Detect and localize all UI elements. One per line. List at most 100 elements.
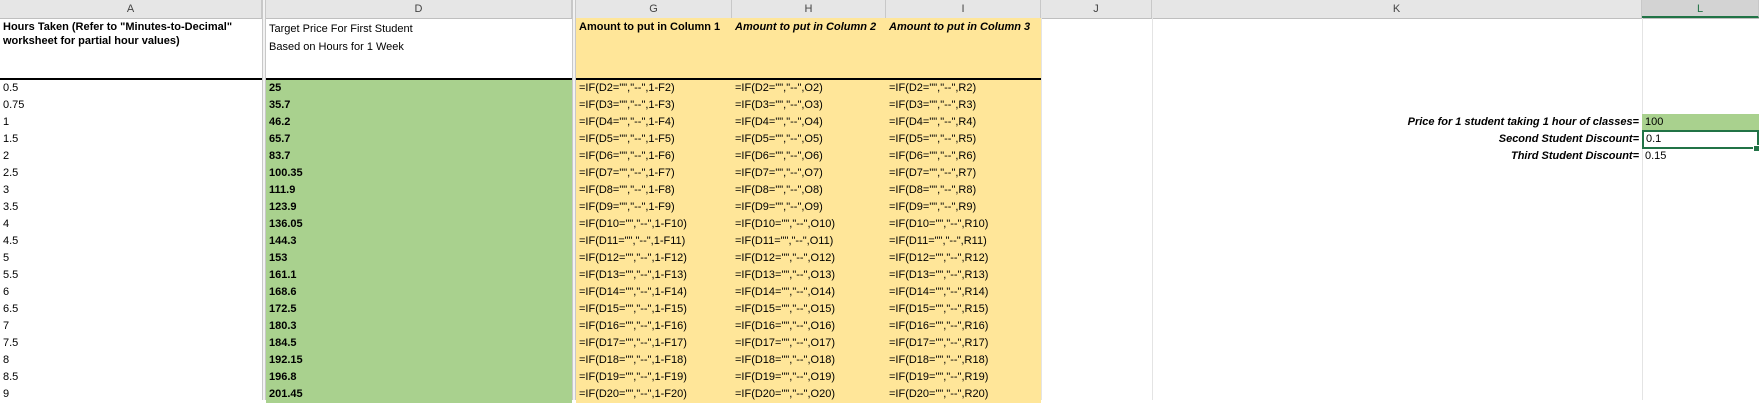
cell-hours[interactable]: 4 (0, 216, 262, 233)
cell-column2-formula[interactable]: =IF(D18="","--",O18) (732, 352, 886, 369)
column-header-g[interactable]: G (576, 0, 732, 18)
cell-column1-formula[interactable]: =IF(D6="","--",1-F6) (576, 148, 732, 165)
cell-column2-formula[interactable]: =IF(D3="","--",O3) (732, 97, 886, 114)
cell-column1-formula[interactable]: =IF(D18="","--",1-F18) (576, 352, 732, 369)
column-header-j[interactable]: J (1041, 0, 1152, 18)
cell-column2-formula[interactable]: =IF(D5="","--",O5) (732, 131, 886, 148)
cell-hours[interactable]: 8.5 (0, 369, 262, 386)
cell-hours[interactable]: 5.5 (0, 267, 262, 284)
cell-column3-formula[interactable]: =IF(D13="","--",R13) (886, 267, 1041, 284)
cell-column3-formula[interactable]: =IF(D7="","--",R7) (886, 165, 1041, 182)
cell-target-price[interactable]: 25 (266, 80, 572, 97)
cell-column1-formula[interactable]: =IF(D20="","--",1-F20) (576, 386, 732, 403)
cell-hours[interactable]: 7.5 (0, 335, 262, 352)
cell-column3-formula[interactable]: =IF(D2="","--",R2) (886, 80, 1041, 97)
cell-column3-formula[interactable]: =IF(D14="","--",R14) (886, 284, 1041, 301)
cell-column2-formula[interactable]: =IF(D2="","--",O2) (732, 80, 886, 97)
header-cell-column2[interactable]: Amount to put in Column 2 (732, 18, 886, 78)
cell-hours[interactable]: 1.5 (0, 131, 262, 148)
cell-column2-formula[interactable]: =IF(D8="","--",O8) (732, 182, 886, 199)
cell-hours[interactable]: 3 (0, 182, 262, 199)
cell-column3-formula[interactable]: =IF(D11="","--",R11) (886, 233, 1041, 250)
cell-target-price[interactable]: 184.5 (266, 335, 572, 352)
cell-target-price[interactable]: 192.15 (266, 352, 572, 369)
cell-column1-formula[interactable]: =IF(D4="","--",1-F4) (576, 114, 732, 131)
column-header-k[interactable]: K (1152, 0, 1642, 18)
cell-column3-formula[interactable]: =IF(D6="","--",R6) (886, 148, 1041, 165)
cell-target-price[interactable]: 153 (266, 250, 572, 267)
column-header-h[interactable]: H (732, 0, 886, 18)
cell-hours[interactable]: 6.5 (0, 301, 262, 318)
header-cell-column3[interactable]: Amount to put in Column 3 (886, 18, 1041, 78)
cell-column2-formula[interactable]: =IF(D13="","--",O13) (732, 267, 886, 284)
cell-column2-formula[interactable]: =IF(D14="","--",O14) (732, 284, 886, 301)
cell-column1-formula[interactable]: =IF(D3="","--",1-F3) (576, 97, 732, 114)
cell-target-price[interactable]: 196.8 (266, 369, 572, 386)
input-third-discount[interactable]: 0.15 (1642, 148, 1759, 165)
label-third-discount[interactable]: Third Student Discount= (1152, 148, 1642, 165)
label-price-1-student[interactable]: Price for 1 student taking 1 hour of cla… (1152, 114, 1642, 131)
cell-hours[interactable]: 8 (0, 352, 262, 369)
cell-column3-formula[interactable]: =IF(D20="","--",R20) (886, 386, 1041, 403)
cell-column3-formula[interactable]: =IF(D15="","--",R15) (886, 301, 1041, 318)
cell-column2-formula[interactable]: =IF(D4="","--",O4) (732, 114, 886, 131)
cell-column1-formula[interactable]: =IF(D8="","--",1-F8) (576, 182, 732, 199)
cell-column1-formula[interactable]: =IF(D15="","--",1-F15) (576, 301, 732, 318)
input-price-1-student[interactable]: 100 (1642, 114, 1759, 131)
cell-hours[interactable]: 2.5 (0, 165, 262, 182)
cell-target-price[interactable]: 168.6 (266, 284, 572, 301)
cell-column1-formula[interactable]: =IF(D5="","--",1-F5) (576, 131, 732, 148)
cell-column1-formula[interactable]: =IF(D13="","--",1-F13) (576, 267, 732, 284)
cell-target-price[interactable]: 111.9 (266, 182, 572, 199)
column-header-a[interactable]: A (0, 0, 262, 18)
cell-hours[interactable]: 2 (0, 148, 262, 165)
cell-column1-formula[interactable]: =IF(D11="","--",1-F11) (576, 233, 732, 250)
cell-column3-formula[interactable]: =IF(D19="","--",R19) (886, 369, 1041, 386)
cell-column2-formula[interactable]: =IF(D9="","--",O9) (732, 199, 886, 216)
cell-target-price[interactable]: 144.3 (266, 233, 572, 250)
cell-target-price[interactable]: 172.5 (266, 301, 572, 318)
cell-target-price[interactable]: 161.1 (266, 267, 572, 284)
cell-hours[interactable]: 9 (0, 386, 262, 403)
cell-target-price[interactable]: 35.7 (266, 97, 572, 114)
cell-column2-formula[interactable]: =IF(D11="","--",O11) (732, 233, 886, 250)
cell-column2-formula[interactable]: =IF(D17="","--",O17) (732, 335, 886, 352)
cell-column3-formula[interactable]: =IF(D18="","--",R18) (886, 352, 1041, 369)
cell-column3-formula[interactable]: =IF(D12="","--",R12) (886, 250, 1041, 267)
header-cell-target-price[interactable]: Target Price For First Student Based on … (266, 18, 572, 78)
cell-column3-formula[interactable]: =IF(D17="","--",R17) (886, 335, 1041, 352)
cell-column2-formula[interactable]: =IF(D6="","--",O6) (732, 148, 886, 165)
cell-column1-formula[interactable]: =IF(D14="","--",1-F14) (576, 284, 732, 301)
header-cell-column1[interactable]: Amount to put in Column 1 (576, 18, 732, 78)
cell-column3-formula[interactable]: =IF(D9="","--",R9) (886, 199, 1041, 216)
cell-hours[interactable]: 3.5 (0, 199, 262, 216)
cell-column2-formula[interactable]: =IF(D19="","--",O19) (732, 369, 886, 386)
cell-target-price[interactable]: 100.35 (266, 165, 572, 182)
cell-column3-formula[interactable]: =IF(D8="","--",R8) (886, 182, 1041, 199)
cell-column3-formula[interactable]: =IF(D4="","--",R4) (886, 114, 1041, 131)
cell-column3-formula[interactable]: =IF(D10="","--",R10) (886, 216, 1041, 233)
cell-column1-formula[interactable]: =IF(D17="","--",1-F17) (576, 335, 732, 352)
cell-column3-formula[interactable]: =IF(D3="","--",R3) (886, 97, 1041, 114)
cell-hours[interactable]: 0.5 (0, 80, 262, 97)
cell-hours[interactable]: 6 (0, 284, 262, 301)
cell-column1-formula[interactable]: =IF(D9="","--",1-F9) (576, 199, 732, 216)
cell-column2-formula[interactable]: =IF(D20="","--",O20) (732, 386, 886, 403)
cell-target-price[interactable]: 83.7 (266, 148, 572, 165)
cell-hours[interactable]: 0.75 (0, 97, 262, 114)
cell-target-price[interactable]: 201.45 (266, 386, 572, 403)
cell-column1-formula[interactable]: =IF(D16="","--",1-F16) (576, 318, 732, 335)
cell-column2-formula[interactable]: =IF(D10="","--",O10) (732, 216, 886, 233)
cell-column2-formula[interactable]: =IF(D15="","--",O15) (732, 301, 886, 318)
label-second-discount[interactable]: Second Student Discount= (1152, 131, 1642, 148)
cell-column1-formula[interactable]: =IF(D7="","--",1-F7) (576, 165, 732, 182)
cell-column1-formula[interactable]: =IF(D2="","--",1-F2) (576, 80, 732, 97)
cell-target-price[interactable]: 46.2 (266, 114, 572, 131)
cell-hours[interactable]: 5 (0, 250, 262, 267)
cell-column1-formula[interactable]: =IF(D19="","--",1-F19) (576, 369, 732, 386)
cell-target-price[interactable]: 180.3 (266, 318, 572, 335)
cell-hours[interactable]: 4.5 (0, 233, 262, 250)
cell-target-price[interactable]: 65.7 (266, 131, 572, 148)
header-cell-hours[interactable]: Hours Taken (Refer to "Minutes-to-Decima… (0, 18, 262, 78)
cell-column1-formula[interactable]: =IF(D10="","--",1-F10) (576, 216, 732, 233)
